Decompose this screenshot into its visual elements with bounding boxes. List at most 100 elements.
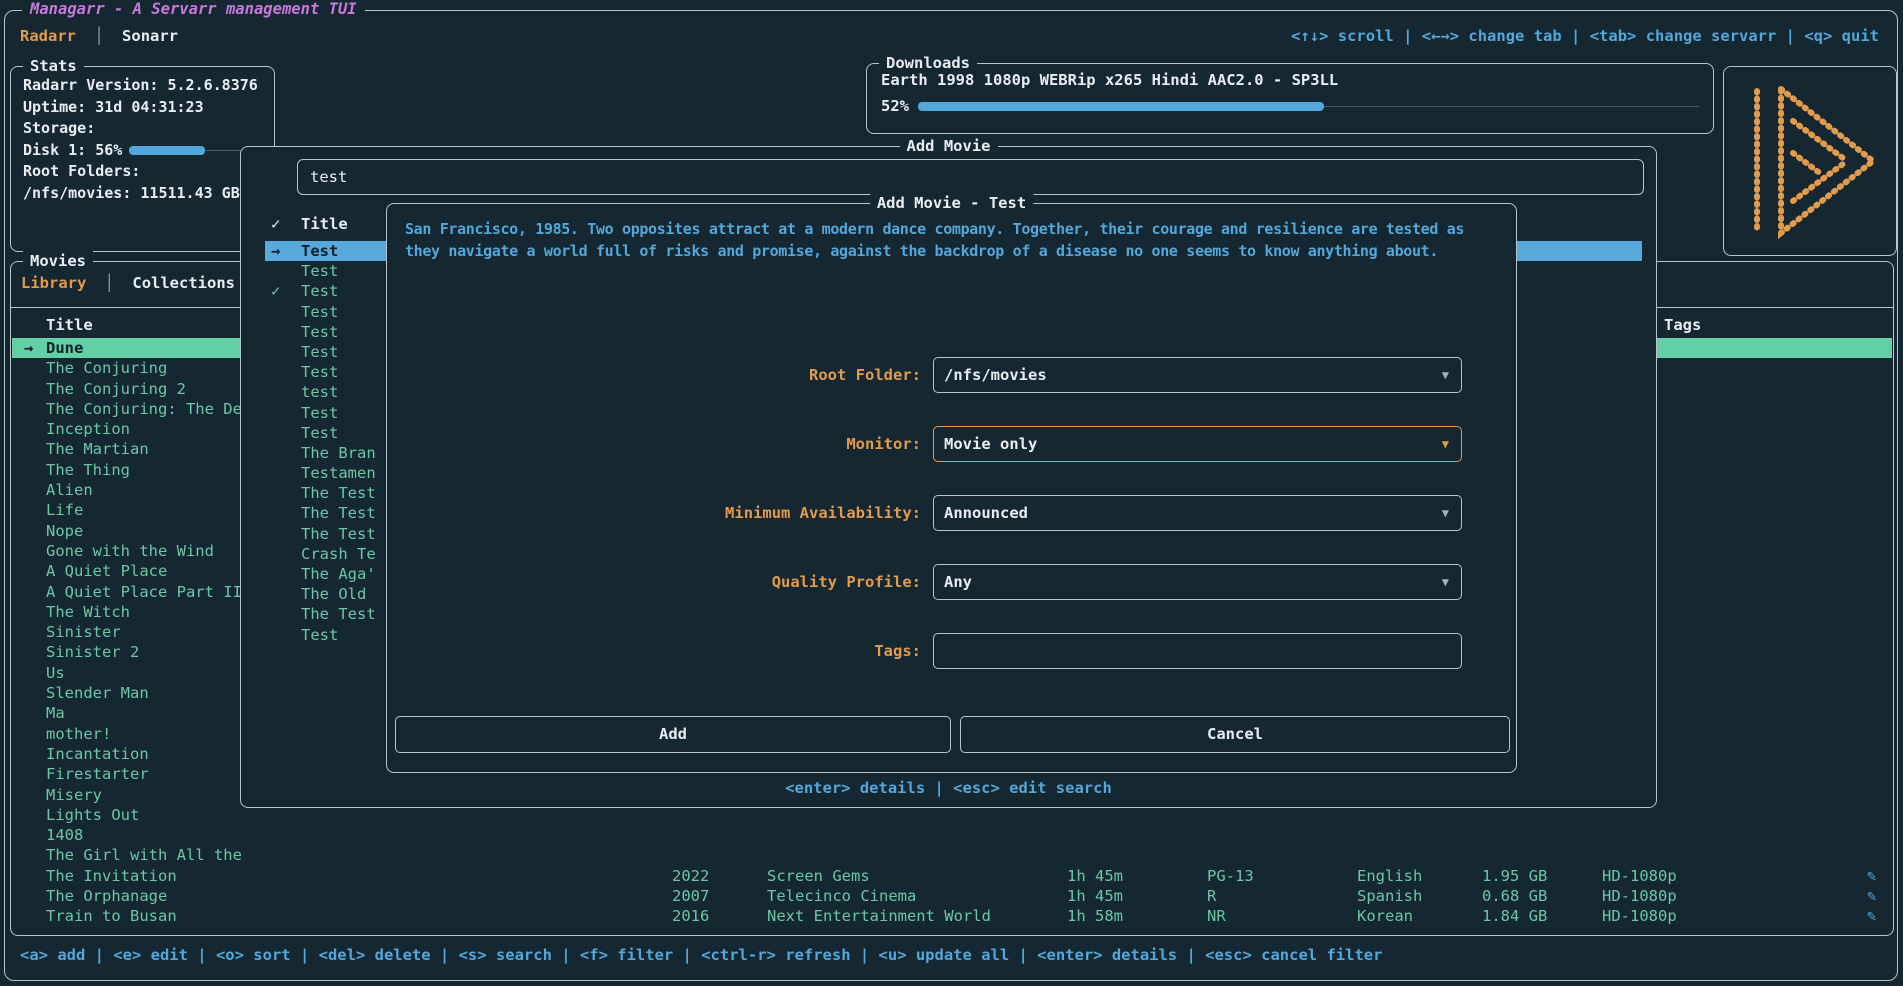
field-input[interactable]: /nfs/movies ▼ [933,357,1462,393]
add-button[interactable]: Add [395,716,951,753]
result-title: Test [301,241,338,261]
movie-title: Nope [46,521,83,541]
field-label: Minimum Availability: [387,495,921,532]
downloads-body: Earth 1998 1080p WEBRip x265 Hindi AAC2.… [881,69,1699,117]
movie-title: mother! [46,724,111,744]
movie-studio: Next Entertainment World [767,906,991,926]
movie-title: The Martian [46,439,149,459]
movie-certification: PG-13 [1207,866,1254,886]
movie-title: The Invitation [46,866,177,886]
chevron-down-icon: ▼ [1442,565,1449,599]
radarr-version: Radarr Version: 5.2.6.8376 [23,75,264,97]
field-input[interactable]: Announced ▼ [933,495,1462,531]
movies-tabs: Library │ Collections │ [21,274,272,292]
cancel-button[interactable]: Cancel [960,716,1510,753]
result-title: The Aga' [301,564,376,584]
managarr-logo [1735,77,1885,245]
movie-language: Spanish [1357,886,1422,906]
row-marker-icon: → [271,241,301,261]
field-value: Any [944,565,972,599]
movie-certification: NR [1207,906,1226,926]
chevron-down-icon: ▼ [1442,427,1449,461]
movie-title: Sinister 2 [46,642,139,662]
uptime: Uptime: 31d 04:31:23 [23,97,264,119]
disk-usage-row: Disk 1: 56% [23,140,264,162]
logo-panel [1723,66,1897,256]
movie-size: 0.68 GB [1482,886,1547,906]
movie-overview: San Francisco, 1985. Two opposites attra… [405,218,1498,262]
table-row[interactable]: Train to Busan 2016 Next Entertainment W… [12,906,1892,926]
tab-separator: │ [96,274,123,292]
result-title: Test [301,281,338,301]
row-marker-icon [271,483,301,503]
table-row[interactable]: The Girl with All the [12,845,1892,865]
movie-title: Sinister [46,622,121,642]
servarr-tabs: Radarr │ Sonarr [20,27,178,45]
movie-title: Life [46,500,83,520]
selection-arrow-icon: → [24,338,46,358]
keybinding-hints-popup: <enter> details | <esc> edit search [241,779,1656,797]
movie-quality: HD-1080p [1602,886,1677,906]
field-input[interactable]: Movie only ▼ [933,426,1462,462]
tab-radarr[interactable]: Radarr [20,27,76,45]
download-percent: 52% [881,95,909,117]
download-progress-row: 52% [881,95,1699,117]
result-title: Test [301,302,338,322]
row-marker-icon [271,403,301,423]
form-field-row: Root Folder: /nfs/movies ▼ [387,357,1516,394]
row-marker-icon [271,463,301,483]
result-title: The Test [301,524,376,544]
movie-title: Gone with the Wind [46,541,214,561]
row-marker-icon [271,261,301,281]
field-value: Announced [944,496,1028,530]
result-title: Test [301,403,338,423]
add-movie-modal-title: Add Movie - Test [870,192,1033,214]
movie-title: Ma [46,703,65,723]
table-row[interactable]: The Invitation 2022 Screen Gems 1h 45m P… [12,866,1892,886]
chevron-down-icon: ▼ [1442,496,1449,530]
movie-runtime: 1h 58m [1067,906,1123,926]
tag-icon: ✎ [1867,886,1876,906]
add-movie-search-input[interactable] [297,159,1644,195]
movie-title: Train to Busan [46,906,177,926]
managarr-screen: Managarr - A Servarr management TUI Rada… [0,0,1903,986]
field-label: Monitor: [387,426,921,463]
movie-size: 1.84 GB [1482,906,1547,926]
movie-title: Firestarter [46,764,149,784]
row-marker-icon [271,382,301,402]
result-title: The Old [301,584,366,604]
in-library-check-icon: ✓ [271,215,301,233]
download-item-title: Earth 1998 1080p WEBRip x265 Hindi AAC2.… [881,69,1699,91]
column-header-title: Title [46,316,93,334]
field-label: Root Folder: [387,357,921,394]
movie-runtime: 1h 45m [1067,866,1123,886]
table-row[interactable]: 1408 [12,825,1892,845]
tab-library[interactable]: Library [21,274,86,292]
result-title: Test [301,423,338,443]
results-table-header: ✓ Title [265,215,348,233]
movie-quality: HD-1080p [1602,906,1677,926]
row-marker-icon [271,544,301,564]
movie-title: Misery [46,785,102,805]
tab-sonarr[interactable]: Sonarr [122,27,178,45]
column-header-tags: Tags [1664,316,1701,334]
download-gauge [918,102,1699,111]
result-title: Test [301,322,338,342]
table-row[interactable]: The Orphanage 2007 Telecinco Cinema 1h 4… [12,886,1892,906]
keybinding-hints-top: <↑↓> scroll | <←→> change tab | <tab> ch… [1291,27,1879,45]
row-marker-icon [271,604,301,624]
movie-title: Alien [46,480,93,500]
result-title: The Test [301,483,376,503]
movie-size: 1.95 GB [1482,866,1547,886]
field-input[interactable] [933,633,1462,669]
tab-collections[interactable]: Collections [132,274,235,292]
result-title: Testamen [301,463,376,483]
field-input[interactable]: Any ▼ [933,564,1462,600]
field-label: Tags: [387,633,921,670]
movie-studio: Screen Gems [767,866,870,886]
root-folders-label: Root Folders: [23,161,264,183]
movie-title: Lights Out [46,805,139,825]
movie-title: Incantation [46,744,149,764]
movie-title: A Quiet Place [46,561,167,581]
movie-year: 2007 [672,886,709,906]
